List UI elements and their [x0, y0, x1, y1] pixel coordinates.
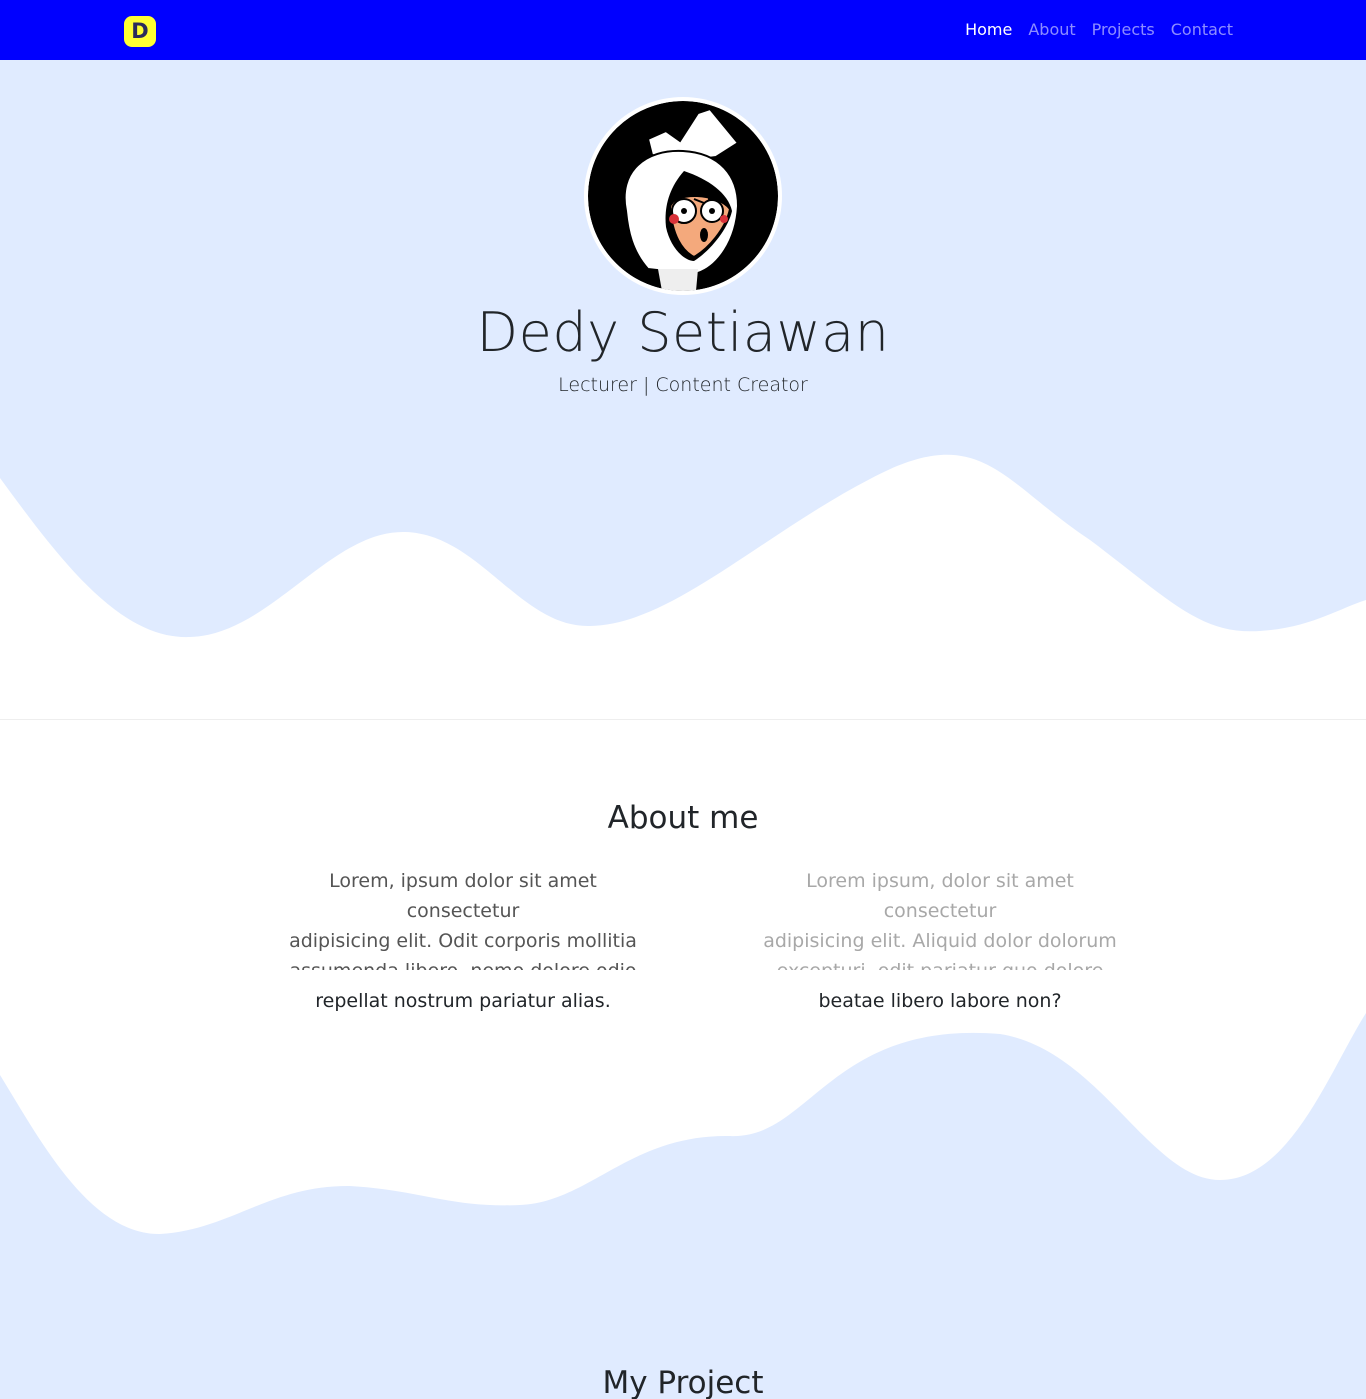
about-left-line3: assumenda libero, nemo dolore odio — [277, 956, 649, 970]
about-right-line1: Lorem ipsum, dolor sit amet consectetur — [806, 870, 1074, 922]
about-right-line2: adipisicing elit. Aliquid dolor dolorum — [763, 930, 1117, 952]
avatar — [584, 97, 782, 295]
projects-section: My Project — [0, 1285, 1366, 1399]
avatar-cartoon-image — [588, 101, 778, 291]
about-left-line2: adipisicing elit. Odit corporis mollitia — [289, 930, 637, 952]
nav-links: Home About Projects Contact — [965, 19, 1233, 41]
about-right-line4: beatae libero labore non? — [818, 990, 1062, 1012]
brand-logo[interactable]: D — [124, 16, 156, 47]
about-right-line3: excepturi, odit pariatur quo dolore — [754, 956, 1126, 970]
about-title: About me — [607, 800, 759, 836]
hero-role: Lecturer | Content Creator — [558, 374, 808, 396]
navbar: D Home About Projects Contact — [0, 0, 1366, 60]
about-section: About me Lorem, ipsum dolor sit amet con… — [0, 720, 1366, 1285]
about-left-line1: Lorem, ipsum dolor sit amet consectetur — [329, 870, 597, 922]
about-right-column: Lorem ipsum, dolor sit amet consectetur … — [754, 866, 1126, 1016]
nav-contact-link[interactable]: Contact — [1171, 19, 1233, 41]
hero-name: Dedy Setiawan — [476, 301, 890, 364]
about-left-line4: repellat nostrum pariatur alias. — [315, 990, 611, 1012]
hero-section: Dedy Setiawan Lecturer | Content Creator — [0, 60, 1366, 720]
brand-letter: D — [131, 19, 149, 43]
nav-about-link[interactable]: About — [1028, 19, 1075, 41]
nav-home-link[interactable]: Home — [965, 19, 1012, 41]
nav-projects-link[interactable]: Projects — [1092, 19, 1155, 41]
about-left-column: Lorem, ipsum dolor sit amet consectetur … — [277, 866, 649, 1016]
projects-title: My Project — [602, 1365, 764, 1399]
